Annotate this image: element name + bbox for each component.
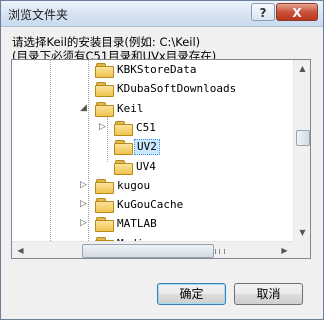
- tree-item-label: UV4: [136, 159, 156, 173]
- tree-item-label: kugou: [117, 178, 151, 192]
- tree-item-uv2[interactable]: UV2: [12, 138, 293, 156]
- tree-item-kbkstoredata[interactable]: KBKStoreData: [12, 61, 293, 79]
- folder-icon: [114, 140, 133, 156]
- vertical-scrollbar[interactable]: ▲ ▼: [293, 60, 310, 241]
- tree-item-uv4[interactable]: UV4: [12, 158, 293, 176]
- tree-item-label: KDubaSoftDownloads: [117, 82, 237, 96]
- tree-item-matlab[interactable]: ▷ MATLAB: [12, 215, 293, 233]
- folder-icon: [95, 178, 114, 194]
- tree-item-kdubasoftdownloads[interactable]: KDubaSoftDownloads: [12, 80, 293, 98]
- folder-icon: [95, 217, 114, 233]
- instruction-line-1: 请选择Keil的安装目录(例如: C:\Keil): [12, 35, 201, 49]
- vertical-scroll-thumb[interactable]: [296, 130, 310, 146]
- tree-item-kugou[interactable]: ▷ kugou: [12, 177, 293, 195]
- tree-item-label: KBKStoreData: [117, 63, 197, 76]
- tree-item-c51[interactable]: ▷ C51: [12, 119, 293, 137]
- scroll-up-arrow[interactable]: ▲: [294, 60, 310, 77]
- scroll-right-arrow[interactable]: ▶: [276, 242, 293, 258]
- grip-icon: [215, 249, 225, 254]
- folder-icon: [95, 198, 114, 214]
- scroll-left-arrow[interactable]: ◀: [12, 242, 29, 258]
- horizontal-scrollbar[interactable]: ◀ ▶: [12, 241, 293, 258]
- window-title: 浏览文件夹: [8, 8, 69, 22]
- collapse-arrow-icon[interactable]: ◢: [79, 103, 88, 113]
- help-button[interactable]: ?: [251, 3, 275, 21]
- tree-item-kugoucache[interactable]: ▷ KuGouCache: [12, 196, 293, 214]
- tree-item-label: Keil: [117, 101, 144, 115]
- tree-item-label: MATLAB: [117, 217, 157, 231]
- horizontal-scroll-thumb[interactable]: [82, 244, 225, 258]
- browse-folder-dialog: 浏览文件夹 ? X 请选择Keil的安装目录(例如: C:\Keil) (目录下…: [0, 0, 324, 320]
- expand-arrow-icon[interactable]: ▷: [79, 219, 88, 228]
- expand-arrow-icon[interactable]: ▷: [98, 122, 107, 132]
- tree-item-label: UV2: [134, 139, 160, 156]
- folder-icon: [114, 159, 133, 175]
- expand-arrow-icon[interactable]: ▷: [79, 200, 88, 209]
- expand-arrow-icon[interactable]: ▷: [80, 258, 87, 259]
- cancel-button[interactable]: 取消: [234, 283, 303, 305]
- tree-item-keil[interactable]: ◢ Keil: [12, 100, 293, 118]
- folder-icon: [114, 120, 133, 136]
- expand-arrow-icon[interactable]: ▷: [79, 180, 88, 190]
- tree-item-label: KuGouCache: [117, 198, 184, 212]
- tree-item-label: C51: [136, 120, 156, 134]
- ok-button[interactable]: 确定: [157, 283, 226, 305]
- folder-tree[interactable]: KBKStoreData KDubaSoftDownloads ◢ Keil ▷ C51 U…: [11, 59, 311, 259]
- scroll-down-arrow[interactable]: ▼: [294, 224, 310, 241]
- folder-icon: [95, 82, 114, 98]
- scrollbar-corner: [293, 241, 310, 258]
- title-bar[interactable]: 浏览文件夹 ? X: [1, 1, 323, 27]
- folder-icon: [95, 63, 114, 78]
- folder-icon: [95, 101, 114, 117]
- close-button[interactable]: X: [276, 3, 318, 21]
